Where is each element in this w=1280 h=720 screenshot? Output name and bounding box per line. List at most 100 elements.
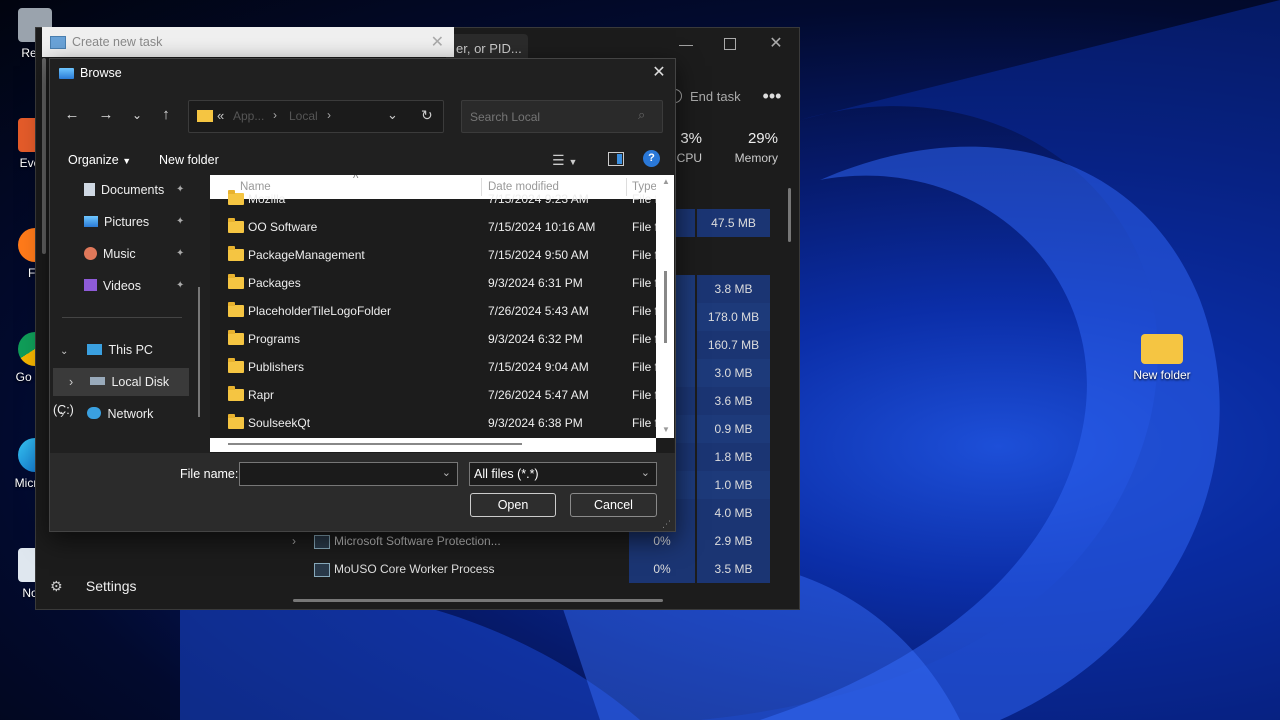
cursor-icon — [660, 346, 667, 365]
nav-item-documents[interactable]: Documents ✦ — [84, 176, 194, 204]
resize-grip-icon[interactable]: ⋰ — [662, 519, 671, 530]
computer-icon — [87, 344, 103, 355]
network-icon — [87, 407, 102, 419]
cpu-header[interactable]: 3% CPU — [674, 130, 702, 165]
folder-icon — [228, 302, 244, 317]
refresh-icon[interactable]: ↻ — [421, 107, 433, 124]
file-type: File f — [632, 332, 656, 346]
open-button[interactable]: Open — [470, 493, 556, 517]
list-item[interactable]: Mozilla 7/15/2024 9:23 AM File f — [210, 185, 656, 213]
more-options-button[interactable]: ••• — [758, 84, 786, 108]
pin-icon[interactable]: ✦ — [176, 176, 184, 204]
folder-icon — [228, 218, 244, 233]
folder-icon — [197, 110, 213, 122]
file-date: 7/15/2024 9:50 AM — [488, 248, 589, 262]
forward-button[interactable]: → — [94, 103, 118, 127]
horizontal-scroll-thumb[interactable] — [228, 443, 522, 445]
process-icon — [314, 563, 330, 577]
nav-item-this-pc[interactable]: ⌄ This PC — [60, 336, 200, 364]
file-type: File f — [632, 276, 656, 290]
pin-icon[interactable]: ✦ — [176, 208, 184, 236]
nav-item-videos[interactable]: Videos ✦ — [84, 272, 194, 300]
file-type: File f — [632, 388, 656, 402]
new-folder-button[interactable]: New folder — [159, 150, 219, 170]
chevron-down-icon[interactable]: ⌄ — [387, 107, 398, 123]
organize-button[interactable]: Organize ▼ — [68, 150, 131, 170]
vertical-scroll-thumb[interactable] — [664, 271, 667, 343]
scroll-up-icon[interactable]: ▲ — [662, 177, 670, 186]
view-options-button[interactable]: ☰ ▼ — [552, 150, 577, 170]
file-date: 7/26/2024 5:47 AM — [488, 388, 589, 402]
preview-pane-button[interactable] — [608, 152, 624, 166]
up-button[interactable]: ↑ — [154, 103, 178, 127]
scroll-down-icon[interactable]: ▼ — [662, 425, 670, 434]
back-button[interactable]: ← — [60, 103, 84, 127]
file-name-combobox[interactable]: ⌄ — [239, 462, 458, 486]
horizontal-scrollbar[interactable] — [210, 438, 656, 452]
list-item[interactable]: PlaceholderTileLogoFolder 7/26/2024 5:43 … — [210, 297, 656, 325]
folder-icon — [228, 414, 244, 429]
nav-item-network[interactable]: › Network — [60, 400, 200, 428]
file-type: File f — [632, 220, 656, 234]
close-window-button[interactable]: ✕ — [764, 32, 788, 56]
nav-item-music[interactable]: Music ✦ — [84, 240, 194, 268]
folder-icon — [228, 190, 244, 205]
file-name: PackageManagement — [248, 248, 365, 262]
memory-value: 3.0 MB — [697, 359, 770, 387]
list-item[interactable]: OO Software 7/15/2024 10:16 AM File f — [210, 213, 656, 241]
pictures-icon — [84, 216, 98, 227]
cancel-button[interactable]: Cancel — [570, 493, 657, 517]
desktop-icon-new-folder[interactable]: New folder — [1126, 334, 1198, 382]
address-bar[interactable]: « App... › Local › ⌄ ↻ — [188, 100, 444, 133]
nav-scrollbar[interactable] — [198, 287, 200, 417]
navigation-pane: Documents ✦ Pictures ✦ Music ✦ Videos ✦ … — [50, 175, 210, 451]
file-name: SoulseekQt — [248, 416, 311, 430]
list-item[interactable]: Publishers 7/15/2024 9:04 AM File f — [210, 353, 656, 381]
close-dialog-button[interactable]: ✕ — [647, 61, 671, 85]
maximize-icon — [724, 38, 736, 50]
recent-locations-button[interactable]: ⌄ — [125, 103, 149, 127]
minimize-button[interactable]: — — [674, 32, 698, 56]
end-task-button[interactable]: End task — [668, 86, 741, 108]
settings-button[interactable]: ⚙ Settings — [50, 574, 136, 598]
chevron-down-icon[interactable]: ⌄ — [60, 338, 76, 366]
file-name-input[interactable] — [244, 465, 438, 483]
chevron-right-icon[interactable]: › — [69, 368, 83, 396]
list-item[interactable]: Programs 9/3/2024 6:32 PM File f — [210, 325, 656, 353]
pin-icon[interactable]: ✦ — [176, 272, 184, 300]
breadcrumb-segment[interactable]: App... — [233, 109, 264, 123]
memory-value: 4.0 MB — [697, 499, 770, 527]
nav-item-pictures[interactable]: Pictures ✦ — [84, 208, 194, 236]
close-icon[interactable]: ✕ — [431, 32, 444, 52]
process-row[interactable]: MoUSO Core Worker Process — [286, 555, 766, 583]
file-type-dropdown[interactable]: All files (*.*) ⌄ — [469, 462, 657, 486]
folder-icon — [1141, 334, 1183, 364]
list-item[interactable]: SoulseekQt 9/3/2024 6:38 PM File f — [210, 409, 656, 437]
memory-header[interactable]: 29% Memory — [722, 130, 778, 165]
chevron-down-icon: ▼ — [122, 156, 132, 166]
preview-pane-icon — [617, 154, 622, 164]
vertical-scrollbar[interactable]: ▲ ▼ — [656, 175, 674, 438]
chevron-down-icon: ⌄ — [640, 467, 650, 479]
breadcrumb-segment[interactable]: Local — [289, 109, 318, 123]
folder-icon — [228, 358, 244, 373]
search-input[interactable] — [468, 107, 632, 127]
help-button[interactable]: ? — [643, 150, 660, 167]
tm-left-scrollbar[interactable] — [42, 58, 46, 254]
browse-window-icon — [59, 68, 74, 79]
chevron-down-icon[interactable]: ⌄ — [442, 466, 451, 479]
chevron-right-icon[interactable]: › — [60, 400, 76, 428]
maximize-button[interactable] — [718, 32, 742, 56]
list-item[interactable]: Rapr 7/26/2024 5:47 AM File f — [210, 381, 656, 409]
search-box[interactable]: ⌕ — [461, 100, 663, 133]
memory-value: 160.7 MB — [697, 331, 770, 359]
tm-vertical-scrollbar[interactable] — [788, 188, 791, 242]
list-item[interactable]: Packages 9/3/2024 6:31 PM File f — [210, 269, 656, 297]
memory-value: 1.8 MB — [697, 443, 770, 471]
pin-icon[interactable]: ✦ — [176, 240, 184, 268]
nav-item-local-disk[interactable]: › Local Disk (C:) — [53, 368, 189, 417]
music-icon — [84, 247, 97, 260]
list-item[interactable]: PackageManagement 7/15/2024 9:50 AM File f — [210, 241, 656, 269]
tm-horizontal-scrollbar[interactable] — [293, 599, 663, 602]
folder-icon — [228, 246, 244, 261]
